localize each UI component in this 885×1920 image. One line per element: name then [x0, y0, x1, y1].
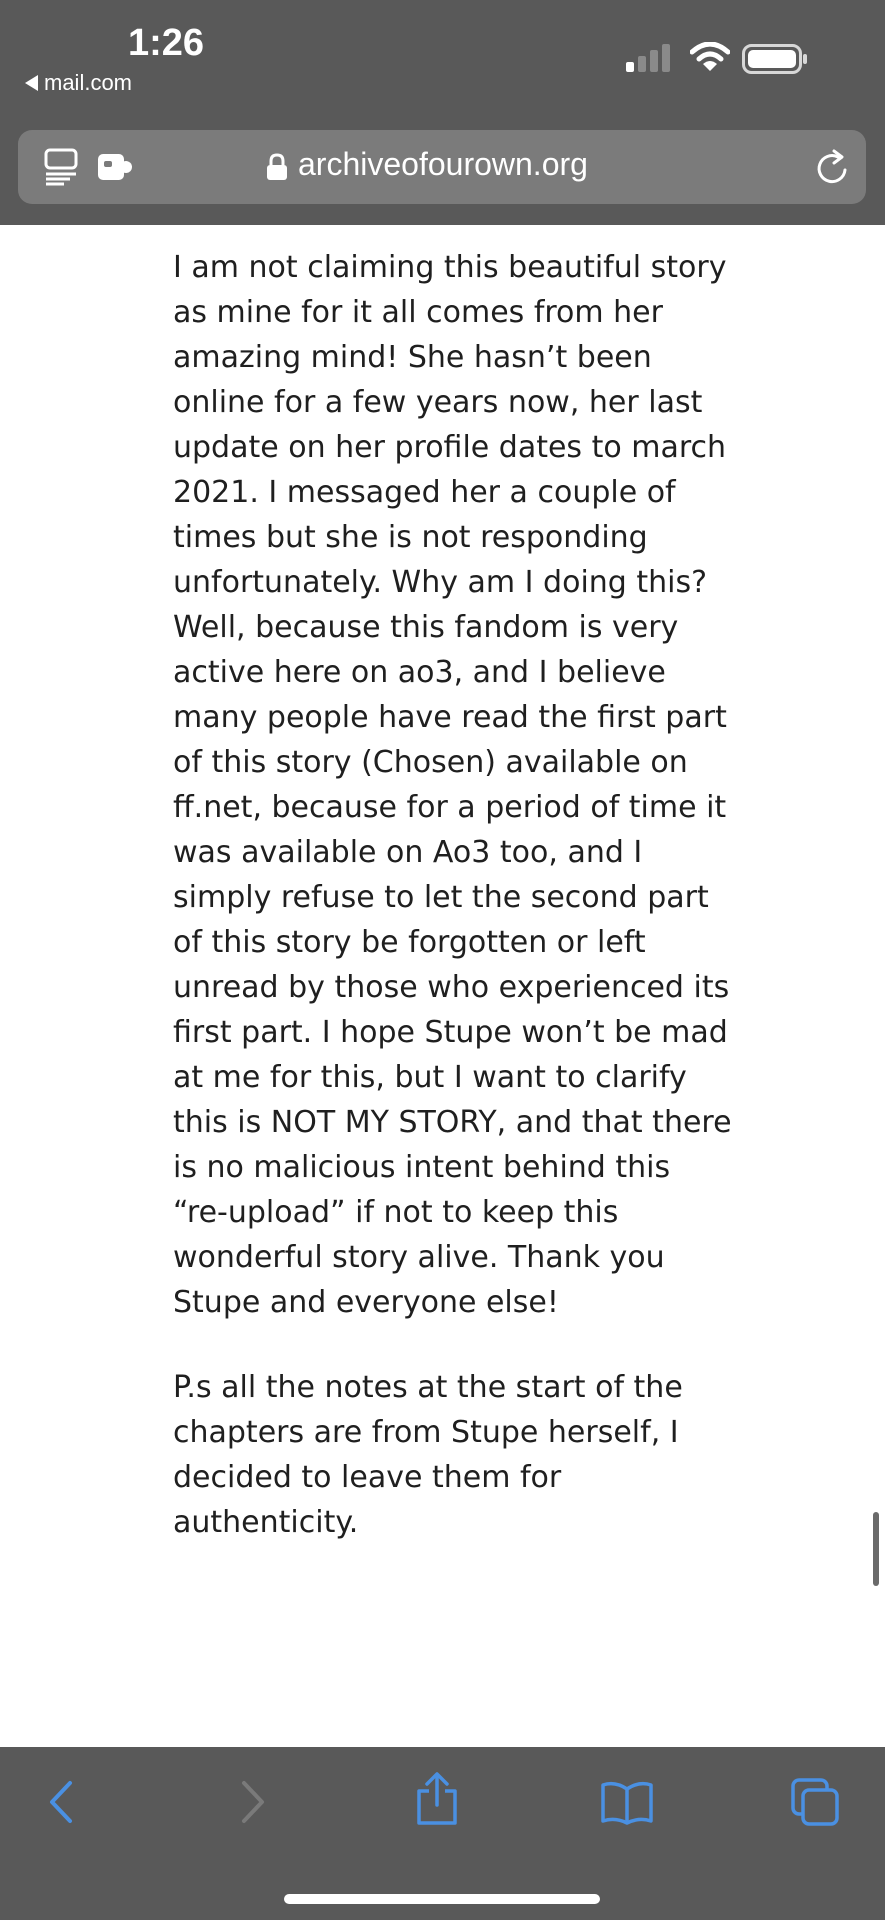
- back-to-app-link[interactable]: mail.com: [25, 70, 132, 96]
- tabs-icon[interactable]: [790, 1777, 840, 1827]
- back-app-label: mail.com: [44, 70, 133, 95]
- share-icon[interactable]: [414, 1771, 460, 1827]
- wifi-icon: [690, 42, 730, 71]
- lock-icon: [267, 153, 287, 180]
- back-icon[interactable]: [42, 1777, 82, 1827]
- home-indicator[interactable]: [284, 1894, 600, 1904]
- partially-scrolled-text: fanfiction.net.: [173, 225, 382, 236]
- battery-icon: [742, 44, 807, 74]
- scroll-indicator[interactable]: [873, 1512, 879, 1586]
- notes-paragraph: I am not claiming this beautiful story a…: [173, 250, 732, 1320]
- work-notes: I am not claiming this beautiful story a…: [173, 245, 733, 1545]
- status-time: 1:26: [128, 22, 205, 64]
- cellular-signal-icon: [626, 44, 670, 72]
- reload-icon[interactable]: [812, 148, 852, 188]
- url-text[interactable]: archiveofourown.org: [298, 146, 588, 183]
- back-triangle-icon: [25, 75, 38, 91]
- forward-icon[interactable]: [232, 1777, 272, 1827]
- top-browser-bar: 1:26 mail.com archiveofourown.org: [0, 0, 885, 225]
- extension-puzzle-icon[interactable]: [98, 152, 134, 182]
- reader-view-icon[interactable]: [44, 148, 78, 186]
- bookmarks-icon[interactable]: [600, 1781, 654, 1825]
- address-bar[interactable]: archiveofourown.org: [18, 130, 866, 204]
- page-content[interactable]: fanfiction.net. I am not claiming this b…: [0, 225, 885, 1747]
- notes-paragraph: P.s all the notes at the start of the ch…: [173, 1370, 683, 1540]
